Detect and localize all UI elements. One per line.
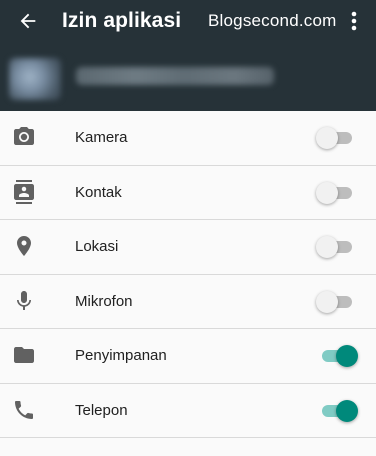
permission-label: Mikrofon (75, 292, 133, 310)
toggle-thumb (316, 236, 338, 258)
permission-label: Lokasi (75, 238, 119, 255)
app-icon (9, 58, 61, 100)
toolbar: Izin aplikasi Blogsecond.com (0, 0, 376, 46)
toggle-thumb (316, 181, 338, 204)
permission-label: Telepon (75, 401, 128, 419)
folder-icon (12, 343, 36, 367)
overflow-menu-button[interactable] (344, 9, 364, 37)
app-info-header (0, 46, 376, 111)
permission-toggle[interactable] (316, 290, 358, 314)
app-bar: Izin aplikasi Blogsecond.com (0, 0, 376, 111)
location-icon (12, 234, 36, 258)
permission-row-kamera[interactable]: Kamera (0, 111, 376, 166)
permission-row-lokasi[interactable]: Lokasi (0, 220, 376, 275)
toggle-thumb (316, 127, 338, 149)
app-permissions-screen: Izin aplikasi Blogsecond.com Kamera Kont… (0, 0, 376, 456)
app-name (76, 67, 274, 85)
permission-list: Kamera Kontak Lokasi Mikrofon Penyimpana… (0, 111, 376, 438)
more-vert-icon (351, 11, 357, 36)
permission-toggle[interactable] (316, 181, 358, 205)
permission-toggle[interactable] (316, 344, 358, 368)
permission-label: Kamera (75, 129, 128, 146)
permission-row-mikrofon[interactable]: Mikrofon (0, 275, 376, 329)
permission-toggle[interactable] (316, 126, 358, 150)
back-button[interactable] (14, 9, 42, 37)
permission-toggle[interactable] (316, 235, 358, 259)
permission-label: Kontak (75, 183, 122, 201)
contacts-icon (12, 179, 36, 204)
phone-icon (12, 398, 36, 422)
arrow-back-icon (17, 10, 39, 37)
toggle-thumb (336, 345, 358, 367)
permission-label: Penyimpanan (75, 347, 167, 364)
page-title: Izin aplikasi (62, 9, 182, 32)
toggle-thumb (336, 399, 358, 422)
microphone-icon (12, 289, 36, 313)
toggle-thumb (316, 290, 338, 313)
camera-icon (12, 125, 36, 149)
watermark-text: Blogsecond.com (208, 11, 337, 30)
permission-row-penyimpanan[interactable]: Penyimpanan (0, 329, 376, 384)
permission-row-telepon[interactable]: Telepon (0, 384, 376, 438)
permission-row-kontak[interactable]: Kontak (0, 166, 376, 220)
permission-toggle[interactable] (316, 399, 358, 423)
